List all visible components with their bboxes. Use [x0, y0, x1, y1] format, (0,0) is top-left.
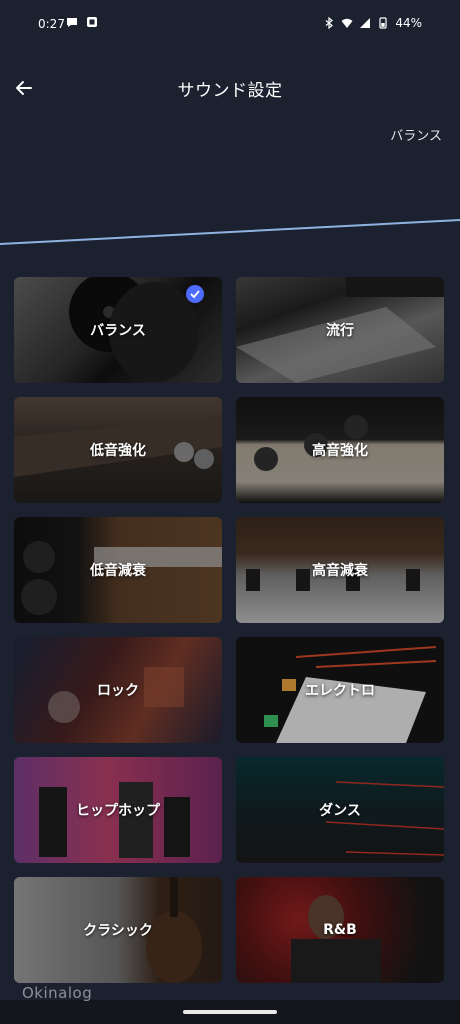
preset-label: クラシック [83, 923, 153, 939]
top-app-bar: サウンド設定 [0, 62, 460, 114]
signal-icon [360, 18, 371, 28]
status-bar: 0:27 44% [0, 0, 460, 50]
preset-card-classic[interactable]: クラシック [14, 877, 222, 983]
preset-label: ヒップホップ [76, 803, 160, 819]
preset-card-treble-cut[interactable]: 高音減衰 [236, 517, 444, 623]
preset-label: 低音減衰 [90, 563, 146, 579]
preset-card-balance[interactable]: バランス [14, 277, 222, 383]
preset-label: R&B [323, 922, 357, 938]
preset-label: バランス [90, 323, 146, 339]
preset-label: 高音減衰 [312, 563, 368, 579]
battery-percent: 44% [395, 16, 422, 30]
page-title: サウンド設定 [177, 81, 283, 101]
status-time: 0:27 [38, 17, 65, 31]
preset-label: 低音強化 [90, 443, 146, 459]
battery-icon [379, 17, 387, 29]
preset-card-bass-boost[interactable]: 低音強化 [14, 397, 222, 503]
equalizer-curve [0, 219, 460, 245]
preset-label: エレクトロ [305, 683, 375, 699]
preset-label: 高音強化 [312, 443, 368, 459]
preset-card-rnb[interactable]: R&B [236, 877, 444, 983]
bluetooth-icon [325, 17, 334, 29]
wifi-icon [341, 18, 353, 28]
current-preset-label: バランス [390, 129, 442, 144]
preset-card-bass-cut[interactable]: 低音減衰 [14, 517, 222, 623]
gesture-handle[interactable] [183, 1010, 277, 1014]
preset-card-treble-boost[interactable]: 高音強化 [236, 397, 444, 503]
preset-card-rock[interactable]: ロック [14, 637, 222, 743]
watermark: Okinalog [22, 984, 93, 1002]
message-icon [67, 18, 77, 27]
preset-grid: バランス 流行 低音強化 高音強化 低音減衰 高音減衰 ロック エレクトロ ヒッ… [14, 277, 444, 983]
preset-card-hiphop[interactable]: ヒップホップ [14, 757, 222, 863]
app-icon [87, 17, 97, 27]
check-icon [186, 285, 204, 303]
preset-card-electro[interactable]: エレクトロ [236, 637, 444, 743]
preset-card-dance[interactable]: ダンス [236, 757, 444, 863]
preset-card-pop[interactable]: 流行 [236, 277, 444, 383]
preset-label: ダンス [319, 803, 361, 819]
preset-label: ロック [97, 683, 139, 699]
preset-label: 流行 [326, 323, 354, 339]
